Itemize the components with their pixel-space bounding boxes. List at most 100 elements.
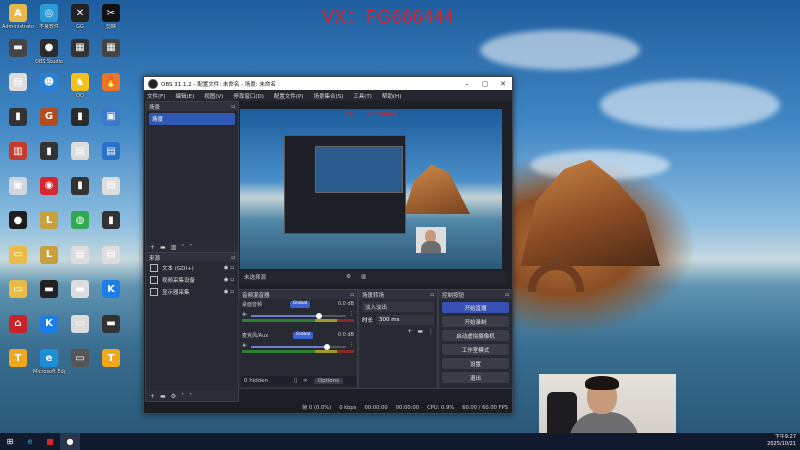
filter-icon[interactable]: ▥ xyxy=(171,244,177,251)
desktop-icon[interactable]: ● xyxy=(2,211,34,231)
source-item[interactable]: 视频采集设备 ◉ ▫ xyxy=(146,274,238,286)
desktop-icon[interactable]: ◍ xyxy=(64,211,96,231)
desktop-icon[interactable]: ▮ xyxy=(64,107,96,128)
desktop-icon[interactable]: A Administrator xyxy=(2,4,34,30)
desktop-icon[interactable]: ▤ xyxy=(64,142,96,162)
desktop-icon[interactable]: ♞ QQ xyxy=(64,73,96,99)
minimize-button[interactable]: – xyxy=(458,80,476,88)
lock-icon[interactable]: ▫ xyxy=(230,277,234,283)
desktop-icon[interactable]: ▮ xyxy=(95,211,127,231)
link-icon[interactable]: ∞ xyxy=(303,378,308,384)
desktop-icon[interactable]: ▬ xyxy=(33,280,65,300)
menu-item[interactable]: 帮助(H) xyxy=(382,92,401,100)
source-item[interactable]: 显示器采集 ◉ ▫ xyxy=(146,286,238,298)
desktop-icon[interactable]: ▥ xyxy=(2,142,34,162)
start-recording-button[interactable]: 开始录制 xyxy=(442,316,509,327)
speaker-icon[interactable]: 🔈 xyxy=(242,342,248,348)
options-button[interactable]: Options xyxy=(313,378,343,384)
volume-knob[interactable] xyxy=(316,312,323,319)
desktop-icon[interactable]: ✂ 剪映 xyxy=(95,4,127,30)
menu-item[interactable]: 停靠窗口(D) xyxy=(233,92,264,100)
remove-icon[interactable]: ▬ xyxy=(160,244,166,251)
scene-item[interactable]: 场景 xyxy=(149,113,235,125)
menu-item[interactable]: 工具(T) xyxy=(353,92,372,100)
desktop-icon[interactable]: ▤ xyxy=(64,245,96,266)
desktop-icon[interactable]: e Microsoft Edge xyxy=(33,349,65,375)
lock-icon[interactable]: ▫ xyxy=(230,265,234,271)
preview-canvas[interactable]: VX：FG666444 xyxy=(240,109,502,269)
desktop-icon[interactable]: ▣ xyxy=(2,176,34,197)
down-icon[interactable]: ˅ xyxy=(189,244,192,251)
obs-window[interactable]: OBS 31.1.2 - 配置文件: 未命名 - 场景: 未命名 – ▢ ✕ 文… xyxy=(143,76,513,414)
speaker-icon[interactable]: 🔈 xyxy=(242,311,248,317)
desktop-icon[interactable]: K xyxy=(95,280,127,300)
desktop-icon[interactable]: ☻ xyxy=(33,73,65,93)
panel-undock-icon[interactable]: ▫ xyxy=(430,292,434,298)
source-item[interactable]: 文本 (GDI+) ◉ ▫ xyxy=(146,262,238,274)
desktop-icon[interactable]: ✕ GG xyxy=(64,4,96,30)
desktop-icon[interactable]: L xyxy=(33,245,65,266)
edge-taskbar-icon[interactable]: e xyxy=(20,433,40,450)
close-button[interactable]: ✕ xyxy=(494,80,512,88)
system-tray[interactable]: 下午9:27 2025/10/21 xyxy=(767,434,796,448)
menu-item[interactable]: 文件(F) xyxy=(147,92,165,100)
start-streaming-button[interactable]: 开始直播 xyxy=(442,302,509,313)
desktop-icon[interactable]: ▭ xyxy=(2,280,34,300)
transition-select[interactable]: 淡入淡出 xyxy=(362,302,434,312)
desktop-icon[interactable]: T xyxy=(95,349,127,369)
remove-icon[interactable]: ▬ xyxy=(417,328,423,335)
desktop-icon[interactable]: 🔥 xyxy=(95,73,127,93)
layout-icon[interactable]: ▯ xyxy=(294,378,297,384)
eye-icon[interactable]: ◉ xyxy=(224,277,229,283)
desktop-icon[interactable]: ▦ xyxy=(64,38,96,59)
studio-mode-button[interactable]: 工作室模式 xyxy=(442,344,509,355)
eye-icon[interactable]: ◉ xyxy=(224,265,229,271)
desktop-icon[interactable]: ▤ xyxy=(95,245,127,266)
menu-icon[interactable]: ⋮ xyxy=(428,328,434,335)
lock-icon[interactable]: ▫ xyxy=(230,289,234,295)
duration-input[interactable]: 300 ms xyxy=(376,315,434,325)
desktop-icon[interactable]: ▤ xyxy=(2,73,34,93)
desktop-icon[interactable]: T xyxy=(2,349,34,369)
gear-icon[interactable]: ⚙ xyxy=(346,274,351,280)
desktop-icon[interactable]: ▭ xyxy=(64,349,96,369)
eye-icon[interactable]: ◉ xyxy=(224,289,229,295)
desktop-icon[interactable]: ⌂ xyxy=(2,314,34,335)
exit-button[interactable]: 退出 xyxy=(442,372,509,383)
panel-undock-icon[interactable]: ▫ xyxy=(231,255,235,261)
menu-icon[interactable]: ⋮ xyxy=(349,342,354,348)
desktop-icon[interactable]: ▭ xyxy=(2,245,34,266)
desktop-icon[interactable]: ● OBS Studio xyxy=(33,38,65,65)
title-bar[interactable]: OBS 31.1.2 - 配置文件: 未命名 - 场景: 未命名 – ▢ ✕ xyxy=(144,77,512,90)
menu-item[interactable]: 编辑(E) xyxy=(175,92,194,100)
desktop-icon[interactable]: K xyxy=(33,314,65,335)
desktop-icon[interactable]: ▤ xyxy=(95,176,127,197)
app-taskbar-icon[interactable]: ■ xyxy=(40,433,60,450)
obs-taskbar-icon[interactable]: ● xyxy=(60,433,80,450)
desktop-icon[interactable]: ▣ xyxy=(95,107,127,128)
volume-knob[interactable] xyxy=(324,343,331,350)
desktop-icon[interactable]: ▮ xyxy=(33,142,65,162)
menu-item[interactable]: 场景集合(S) xyxy=(313,92,343,100)
up-icon[interactable]: ˄ xyxy=(181,244,184,251)
menu-item[interactable]: 视图(V) xyxy=(204,92,223,100)
desktop-icon[interactable]: L xyxy=(33,211,65,231)
menu-item[interactable]: 配置文件(P) xyxy=(274,92,304,100)
windows-start-icon[interactable]: ⊞ xyxy=(0,433,20,450)
desktop-icon[interactable]: ▦ xyxy=(95,38,127,59)
add-icon[interactable]: + xyxy=(150,244,155,251)
desktop-icon[interactable]: ▮ xyxy=(2,107,34,128)
up-icon[interactable]: ˄ xyxy=(181,393,184,400)
volume-slider[interactable] xyxy=(251,343,346,350)
panel-undock-icon[interactable]: ▫ xyxy=(231,104,235,110)
filter-icon[interactable]: ▥ xyxy=(361,274,366,280)
desktop-icon[interactable]: ◉ xyxy=(33,176,65,197)
virtual-camera-button[interactable]: 启动虚拟摄像机 xyxy=(442,330,509,341)
volume-slider[interactable] xyxy=(251,312,346,319)
gear-icon[interactable]: ⚙ xyxy=(171,393,176,400)
maximize-button[interactable]: ▢ xyxy=(476,80,494,88)
panel-undock-icon[interactable]: ▫ xyxy=(505,292,509,298)
down-icon[interactable]: ˅ xyxy=(189,393,192,400)
desktop-icon[interactable]: ▭ xyxy=(64,314,96,335)
desktop-icon[interactable]: ◎ 不良软件 xyxy=(33,4,65,30)
